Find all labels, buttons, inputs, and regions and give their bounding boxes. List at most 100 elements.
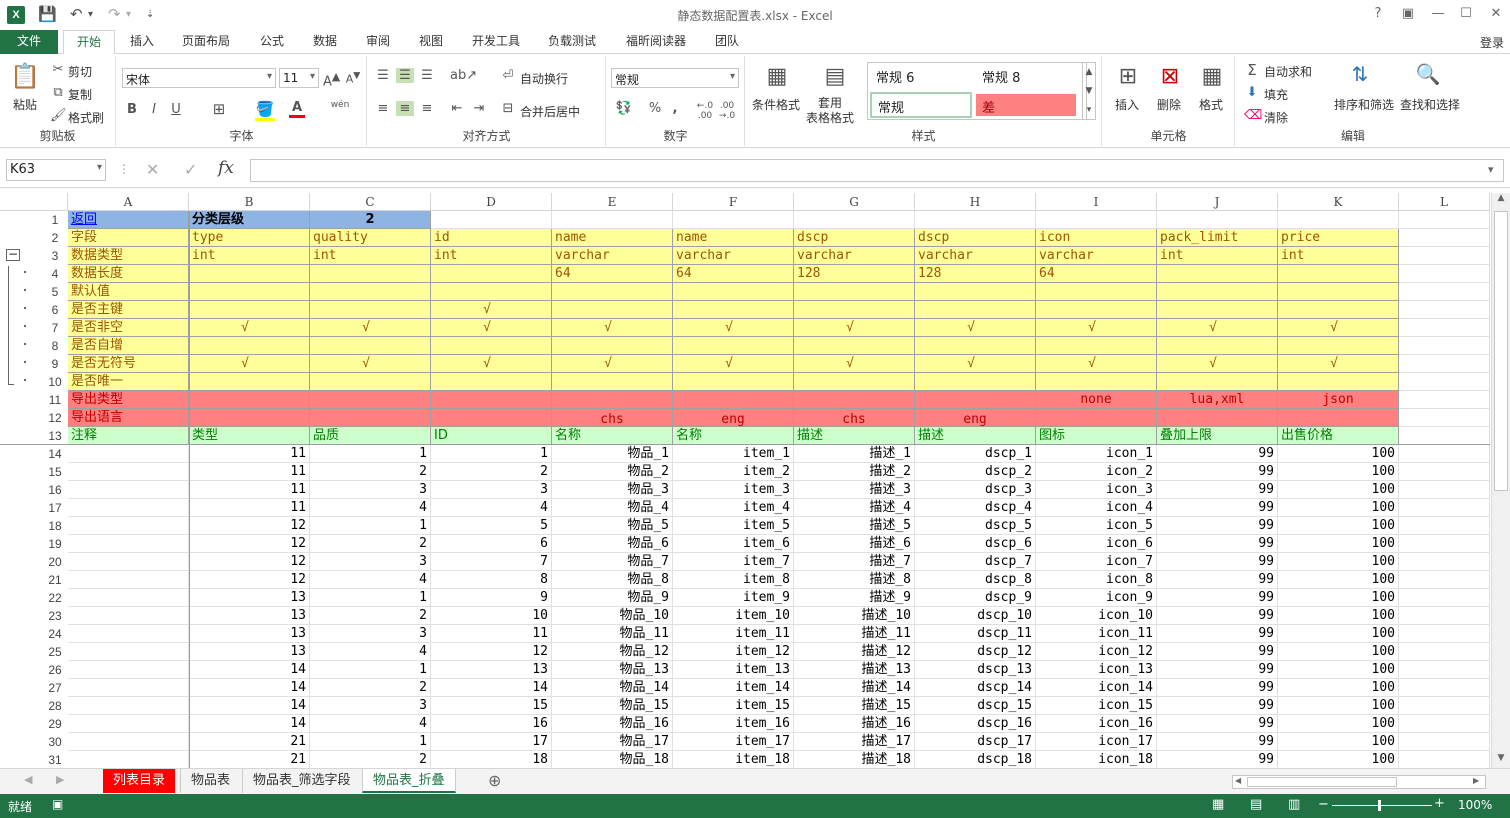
cell-H2[interactable]: dscp (915, 229, 1036, 247)
cell-B3[interactable]: int (189, 247, 310, 265)
cell-J12[interactable] (1157, 409, 1278, 427)
cell-B25[interactable]: 13 (189, 643, 310, 661)
column-header[interactable]: I (1036, 193, 1157, 211)
page-break-view-icon[interactable]: ▥ (1288, 797, 1300, 812)
normal-view-icon[interactable]: ▦ (1212, 797, 1224, 812)
copy-button[interactable]: 复制 (68, 86, 92, 103)
scroll-down-icon[interactable]: ▼ (1494, 753, 1508, 763)
cell-D16[interactable]: 3 (431, 481, 552, 499)
name-box[interactable]: K63 (6, 159, 106, 181)
style-normal-6[interactable]: 常规 6 (870, 64, 974, 89)
cell-J30[interactable]: 99 (1157, 733, 1278, 751)
cell-E10[interactable] (552, 373, 673, 391)
sheet-tab-items[interactable]: 物品表 (180, 769, 240, 793)
cell-G21[interactable]: 描述_8 (794, 571, 915, 589)
tab-page-layout[interactable]: 页面布局 (176, 30, 236, 54)
comma-button[interactable]: , (669, 101, 681, 116)
align-middle-icon[interactable]: ☰ (396, 68, 414, 83)
cell-D5[interactable] (431, 283, 552, 301)
cell-C20[interactable]: 3 (310, 553, 431, 571)
cell-C9[interactable]: √ (310, 355, 431, 373)
cell-G22[interactable]: 描述_9 (794, 589, 915, 607)
cell-A2[interactable]: 字段 (68, 229, 189, 247)
cut-button[interactable]: 剪切 (68, 63, 92, 80)
cell-E12[interactable]: chs (552, 409, 673, 427)
cell-I15[interactable]: icon_2 (1036, 463, 1157, 481)
align-right-icon[interactable]: ≡ (418, 101, 436, 116)
cell-A11[interactable]: 导出类型 (68, 391, 189, 409)
cell-J24[interactable]: 99 (1157, 625, 1278, 643)
orientation-icon[interactable]: ab↗ (450, 68, 477, 83)
cell-G3[interactable]: varchar (794, 247, 915, 265)
cell-C3[interactable]: int (310, 247, 431, 265)
cell-L18[interactable] (1399, 517, 1490, 535)
cell-G13[interactable]: 描述 (794, 427, 915, 445)
cell-B9[interactable]: √ (189, 355, 310, 373)
cell-B7[interactable]: √ (189, 319, 310, 337)
cell-F29[interactable]: item_16 (673, 715, 794, 733)
cell-I28[interactable]: icon_15 (1036, 697, 1157, 715)
select-all-corner[interactable] (0, 193, 68, 211)
paste-icon[interactable]: 📋 (10, 62, 40, 90)
cell-F15[interactable]: item_2 (673, 463, 794, 481)
cell-K24[interactable]: 100 (1278, 625, 1399, 643)
page-layout-view-icon[interactable]: ▤ (1250, 797, 1262, 812)
delete-cells-icon[interactable]: ⊠ (1155, 64, 1185, 89)
cell-L30[interactable] (1399, 733, 1490, 751)
cell-D18[interactable]: 5 (431, 517, 552, 535)
cell-L14[interactable] (1399, 445, 1490, 463)
zoom-level[interactable]: 100% (1458, 798, 1492, 812)
cell-D20[interactable]: 7 (431, 553, 552, 571)
copy-icon[interactable]: ⧉ (50, 85, 66, 100)
cell-K10[interactable] (1278, 373, 1399, 391)
cell-G8[interactable] (794, 337, 915, 355)
cell-H26[interactable]: dscp_13 (915, 661, 1036, 679)
cell-L15[interactable] (1399, 463, 1490, 481)
cell-J26[interactable]: 99 (1157, 661, 1278, 679)
cell-B12[interactable] (189, 409, 310, 427)
column-header[interactable]: G (794, 193, 915, 211)
cell-I31[interactable]: icon_18 (1036, 751, 1157, 768)
cell-K11[interactable]: json (1278, 391, 1399, 409)
decrease-decimal-icon[interactable]: .00 →.0 (717, 101, 737, 121)
add-sheet-icon[interactable]: ⊕ (488, 771, 501, 790)
cell-C25[interactable]: 4 (310, 643, 431, 661)
cell-I24[interactable]: icon_11 (1036, 625, 1157, 643)
cell-I2[interactable]: icon (1036, 229, 1157, 247)
cell-C28[interactable]: 3 (310, 697, 431, 715)
tab-file[interactable]: 文件 (0, 30, 58, 54)
column-header[interactable]: C (310, 193, 431, 211)
row-header[interactable]: 29 (42, 715, 68, 733)
cell-G7[interactable]: √ (794, 319, 915, 337)
italic-button[interactable]: I (147, 102, 161, 117)
cell-H16[interactable]: dscp_3 (915, 481, 1036, 499)
cell-A20[interactable] (68, 553, 189, 571)
autosum-button[interactable]: 自动求和 (1264, 63, 1312, 80)
cell-E4[interactable]: 64 (552, 265, 673, 283)
cell-E3[interactable]: varchar (552, 247, 673, 265)
cell-F5[interactable] (673, 283, 794, 301)
cell-C4[interactable] (310, 265, 431, 283)
cell-L29[interactable] (1399, 715, 1490, 733)
macro-record-icon[interactable]: ▣ (52, 797, 63, 811)
clear-icon[interactable]: ⌫ (1244, 108, 1262, 123)
next-sheet-icon[interactable]: ▶ (56, 773, 64, 786)
cell-D13[interactable]: ID (431, 427, 552, 445)
cell-B21[interactable]: 12 (189, 571, 310, 589)
cell-F28[interactable]: item_15 (673, 697, 794, 715)
cell-K18[interactable]: 100 (1278, 517, 1399, 535)
cell-L27[interactable] (1399, 679, 1490, 697)
cell-G18[interactable]: 描述_5 (794, 517, 915, 535)
cell-D27[interactable]: 14 (431, 679, 552, 697)
cell-C6[interactable] (310, 301, 431, 319)
cell-H29[interactable]: dscp_16 (915, 715, 1036, 733)
cell-H24[interactable]: dscp_11 (915, 625, 1036, 643)
cell-B5[interactable] (189, 283, 310, 301)
cell-L22[interactable] (1399, 589, 1490, 607)
cell-A17[interactable] (68, 499, 189, 517)
decrease-indent-icon[interactable]: ⇤ (448, 101, 466, 116)
increase-indent-icon[interactable]: ⇥ (470, 101, 488, 116)
cell-F7[interactable]: √ (673, 319, 794, 337)
row-header[interactable]: 9 (42, 355, 68, 373)
cell-E25[interactable]: 物品_12 (552, 643, 673, 661)
